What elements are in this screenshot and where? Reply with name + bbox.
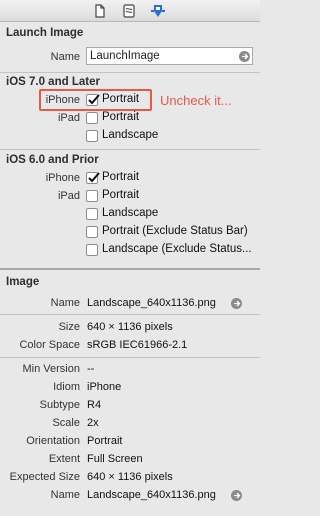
- min-version-label: Min Version: [22, 363, 80, 375]
- checkbox-box[interactable]: [86, 94, 100, 106]
- color-space-label: Color Space: [19, 339, 80, 351]
- ios7-title: iOS 7.0 and Later: [6, 76, 100, 88]
- extent-value: Full Screen: [87, 453, 143, 465]
- image-name-value: Landscape_640x1136.png: [87, 297, 216, 309]
- checkbox-label: Portrait: [102, 189, 140, 201]
- ios6-iphone-label: iPhone: [45, 172, 80, 184]
- name-label: Name: [50, 51, 80, 63]
- launch-image-title: Launch Image: [6, 27, 84, 39]
- idiom-label: Idiom: [53, 381, 80, 393]
- separator: [0, 149, 260, 150]
- checkbox-box[interactable]: [86, 244, 98, 256]
- checkbox-box[interactable]: [86, 172, 100, 184]
- scale-value: 2x: [87, 417, 99, 429]
- image-name-arrow-icon[interactable]: [231, 298, 242, 309]
- ios6-ipad-label: iPad: [57, 190, 80, 202]
- expected-size-label: Expected Size: [9, 471, 80, 483]
- checkbox-label: Landscape: [102, 207, 159, 219]
- section-divider: [0, 268, 260, 270]
- separator: [0, 72, 260, 73]
- name-arrow-icon[interactable]: [239, 51, 250, 62]
- checkbox-label: Portrait: [102, 93, 140, 105]
- ios7-iphone-label: iPhone: [45, 94, 80, 106]
- inspector-toolbar: [0, 0, 260, 22]
- expected-size-value: 640 × 1136 pixels: [87, 471, 173, 483]
- separator: [0, 357, 260, 358]
- checkbox-label: Portrait: [102, 171, 140, 183]
- size-value: 640 × 1136 pixels: [87, 321, 173, 333]
- idiom-value: iPhone: [87, 381, 122, 393]
- min-version-value: --: [87, 363, 95, 375]
- checkbox-label: Landscape: [102, 129, 159, 141]
- file-icon[interactable]: [92, 3, 108, 19]
- checkbox-box[interactable]: [86, 190, 98, 202]
- name-field[interactable]: LaunchImage: [86, 47, 253, 65]
- checkbox-label: Landscape (Exclude Status...: [102, 243, 252, 255]
- checkbox-box[interactable]: [86, 226, 98, 238]
- attributes-inspector-icon[interactable]: [150, 3, 166, 19]
- subtype-value: R4: [87, 399, 102, 411]
- checkbox-box[interactable]: [86, 208, 98, 220]
- quick-help-icon[interactable]: [121, 3, 137, 19]
- filename-label: Name: [50, 489, 80, 501]
- scale-label: Scale: [52, 417, 80, 429]
- orientation-value: Portrait: [87, 435, 123, 447]
- filename-value: Landscape_640x1136.png: [87, 489, 216, 501]
- ios7-ipad-label: iPad: [57, 112, 80, 124]
- name-field-value: LaunchImage: [90, 50, 160, 62]
- separator: [0, 314, 260, 315]
- subtype-label: Subtype: [39, 399, 80, 411]
- color-space-value: sRGB IEC61966-2.1: [87, 339, 188, 351]
- checkbox-box[interactable]: [86, 130, 98, 142]
- annotation-text: Uncheck it...: [160, 93, 232, 108]
- extent-label: Extent: [48, 453, 80, 465]
- checkbox-label: Portrait: [102, 111, 140, 123]
- checkbox-label: Portrait (Exclude Status Bar): [102, 225, 248, 237]
- ios6-title: iOS 6.0 and Prior: [6, 154, 99, 166]
- image-title: Image: [6, 276, 40, 288]
- image-name-label: Name: [50, 297, 80, 309]
- size-label: Size: [58, 321, 80, 333]
- filename-arrow-icon[interactable]: [231, 490, 242, 501]
- checkbox-box[interactable]: [86, 112, 98, 124]
- orientation-label: Orientation: [26, 435, 80, 447]
